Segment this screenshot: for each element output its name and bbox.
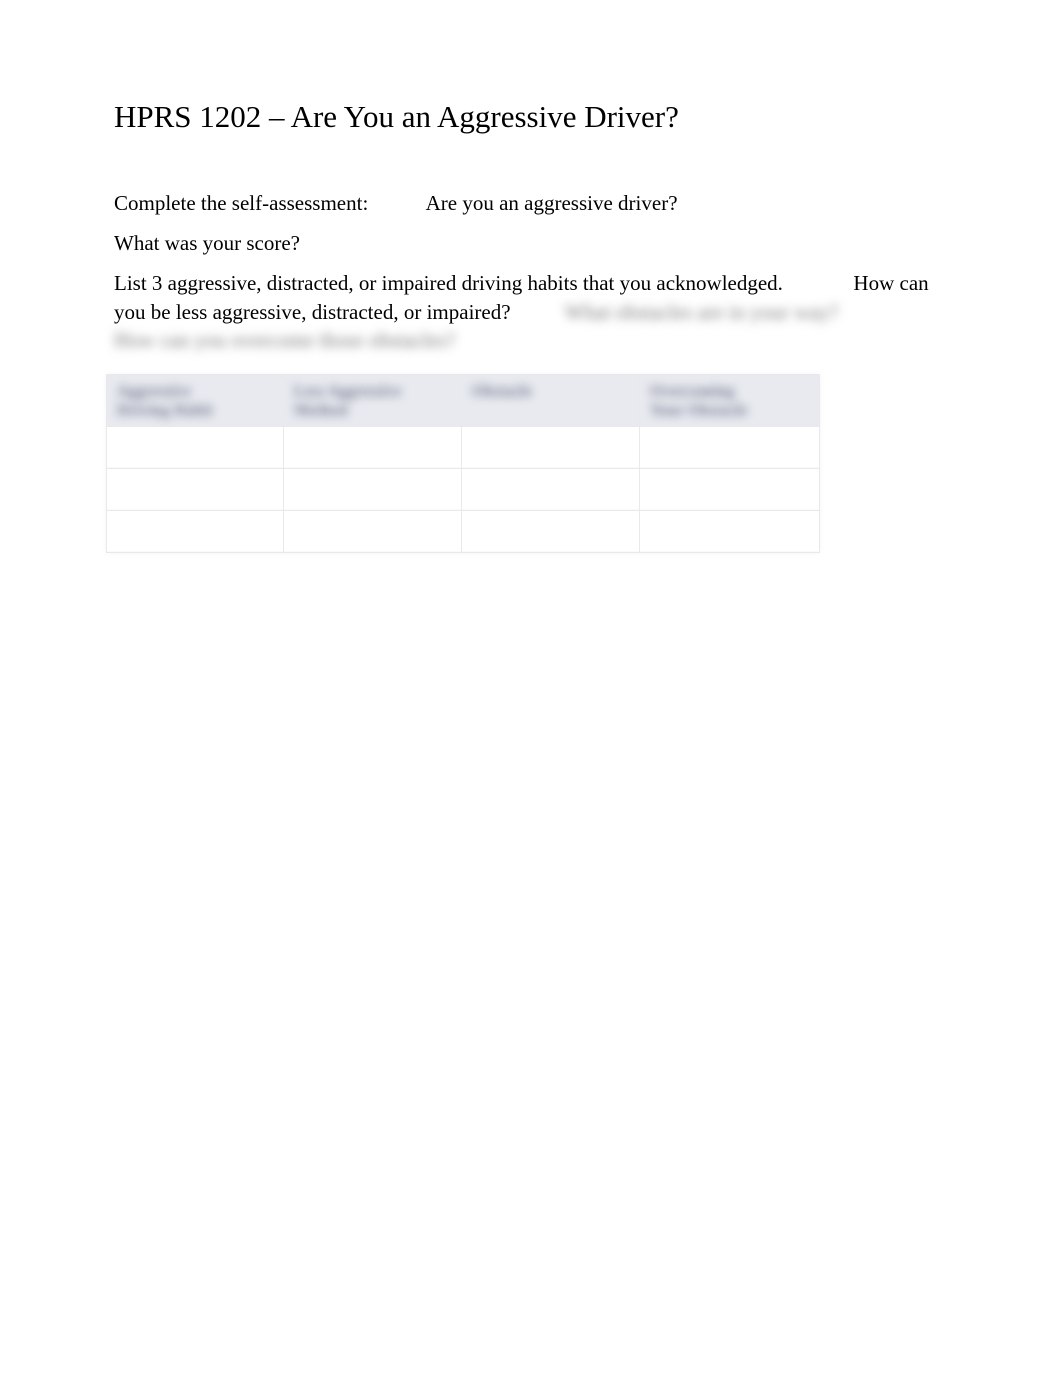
page-title: HPRS 1202 – Are You an Aggressive Driver… <box>114 98 948 137</box>
table-cell[interactable] <box>462 469 640 511</box>
instructions-hidden-1: What obstacles are in your way? <box>565 300 838 324</box>
table-header-cell: Less Aggressive Method <box>284 374 462 427</box>
table-cell[interactable] <box>640 511 820 553</box>
instructions-paragraph: List 3 aggressive, distracted, or impair… <box>114 269 948 354</box>
table-cell[interactable] <box>284 427 462 469</box>
assessment-line: Complete the self-assessment: Are you an… <box>114 189 948 217</box>
table-row <box>106 469 820 511</box>
table-cell[interactable] <box>284 511 462 553</box>
table-cell[interactable] <box>462 511 640 553</box>
table-cell[interactable] <box>462 427 640 469</box>
table-cell[interactable] <box>106 427 284 469</box>
table-header-label: Aggressive Driving Habit <box>117 383 273 420</box>
table-row <box>106 427 820 469</box>
table-header-label: Overcoming Your Obstacle <box>650 383 809 420</box>
assessment-label: Complete the self-assessment: <box>114 189 368 217</box>
assessment-table: Aggressive Driving Habit Less Aggressive… <box>106 374 820 553</box>
table-header-label: Obstacle <box>472 383 629 401</box>
table-cell[interactable] <box>640 469 820 511</box>
instructions-hidden-2: How can you overcome those obstacles? <box>114 328 455 352</box>
table-cell[interactable] <box>640 427 820 469</box>
table-row <box>106 511 820 553</box>
table-header-cell: Aggressive Driving Habit <box>106 374 284 427</box>
table-cell[interactable] <box>106 469 284 511</box>
assessment-value: Are you an aggressive driver? <box>426 191 678 215</box>
table-header-cell: Overcoming Your Obstacle <box>640 374 820 427</box>
table-cell[interactable] <box>106 511 284 553</box>
table-cell[interactable] <box>284 469 462 511</box>
assessment-table-wrap: Aggressive Driving Habit Less Aggressive… <box>114 374 948 553</box>
table-header-cell: Obstacle <box>462 374 640 427</box>
table-header-row: Aggressive Driving Habit Less Aggressive… <box>106 374 820 427</box>
document-page: HPRS 1202 – Are You an Aggressive Driver… <box>0 0 1062 553</box>
table-header-label: Less Aggressive Method <box>294 383 451 420</box>
instructions-part1: List 3 aggressive, distracted, or impair… <box>114 271 783 295</box>
score-prompt: What was your score? <box>114 229 948 257</box>
